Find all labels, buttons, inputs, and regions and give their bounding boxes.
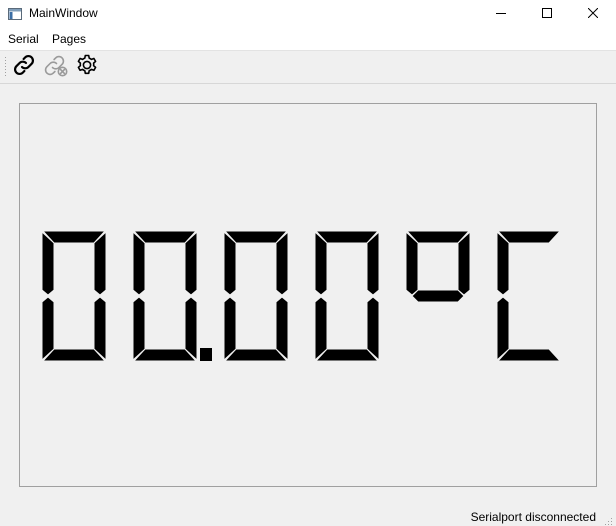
close-button[interactable] bbox=[570, 0, 616, 28]
toolbar-grip-handle[interactable] bbox=[4, 56, 7, 78]
menu-bar: Serial Pages bbox=[0, 28, 616, 51]
lcd-segment-b bbox=[275, 230, 289, 296]
lcd-segment-f bbox=[314, 230, 328, 296]
link-broken-icon bbox=[43, 52, 69, 83]
maximize-icon bbox=[542, 5, 552, 23]
lcd-segment-b bbox=[93, 230, 107, 296]
lcd-segment-g bbox=[411, 289, 465, 303]
title-bar[interactable]: MainWindow bbox=[0, 0, 616, 28]
status-bar: Serialport disconnected bbox=[0, 507, 616, 526]
window-title: MainWindow bbox=[29, 6, 98, 20]
maximize-button[interactable] bbox=[524, 0, 570, 28]
lcd-segment-e bbox=[41, 296, 55, 362]
minimize-icon bbox=[496, 5, 506, 23]
lcd-segment-f bbox=[405, 230, 419, 296]
status-text: Serialport disconnected bbox=[470, 510, 596, 524]
lcd-segment-f bbox=[41, 230, 55, 296]
lcd-segments bbox=[41, 230, 562, 362]
disconnect-button[interactable] bbox=[43, 54, 69, 80]
lcd-segment-b bbox=[184, 230, 198, 296]
lcd-segment-e bbox=[132, 296, 146, 362]
settings-button[interactable] bbox=[74, 54, 100, 80]
lcd-temperature-display: 00.00°C bbox=[19, 103, 597, 487]
close-icon bbox=[587, 5, 599, 23]
link-icon bbox=[12, 53, 36, 82]
main-window: MainWindow Serial Pages Serialport disco… bbox=[0, 0, 616, 526]
menu-serial[interactable]: Serial bbox=[8, 32, 39, 46]
minimize-button[interactable] bbox=[478, 0, 524, 28]
toolbar bbox=[0, 51, 616, 84]
lcd-segment-f bbox=[496, 230, 510, 296]
lcd-segment-f bbox=[223, 230, 237, 296]
lcd-segment-e bbox=[223, 296, 237, 362]
gear-icon bbox=[75, 53, 99, 82]
app-window-icon bbox=[8, 7, 22, 20]
lcd-segment-b bbox=[366, 230, 380, 296]
lcd-segment-d bbox=[496, 348, 562, 362]
lcd-segment-b bbox=[457, 230, 471, 296]
lcd-segment-e bbox=[314, 296, 328, 362]
connect-button[interactable] bbox=[11, 54, 37, 80]
menu-pages[interactable]: Pages bbox=[52, 32, 86, 46]
lcd-segment-f bbox=[132, 230, 146, 296]
lcd-decimal-point bbox=[200, 348, 212, 361]
resize-grip-icon[interactable] bbox=[603, 513, 613, 525]
